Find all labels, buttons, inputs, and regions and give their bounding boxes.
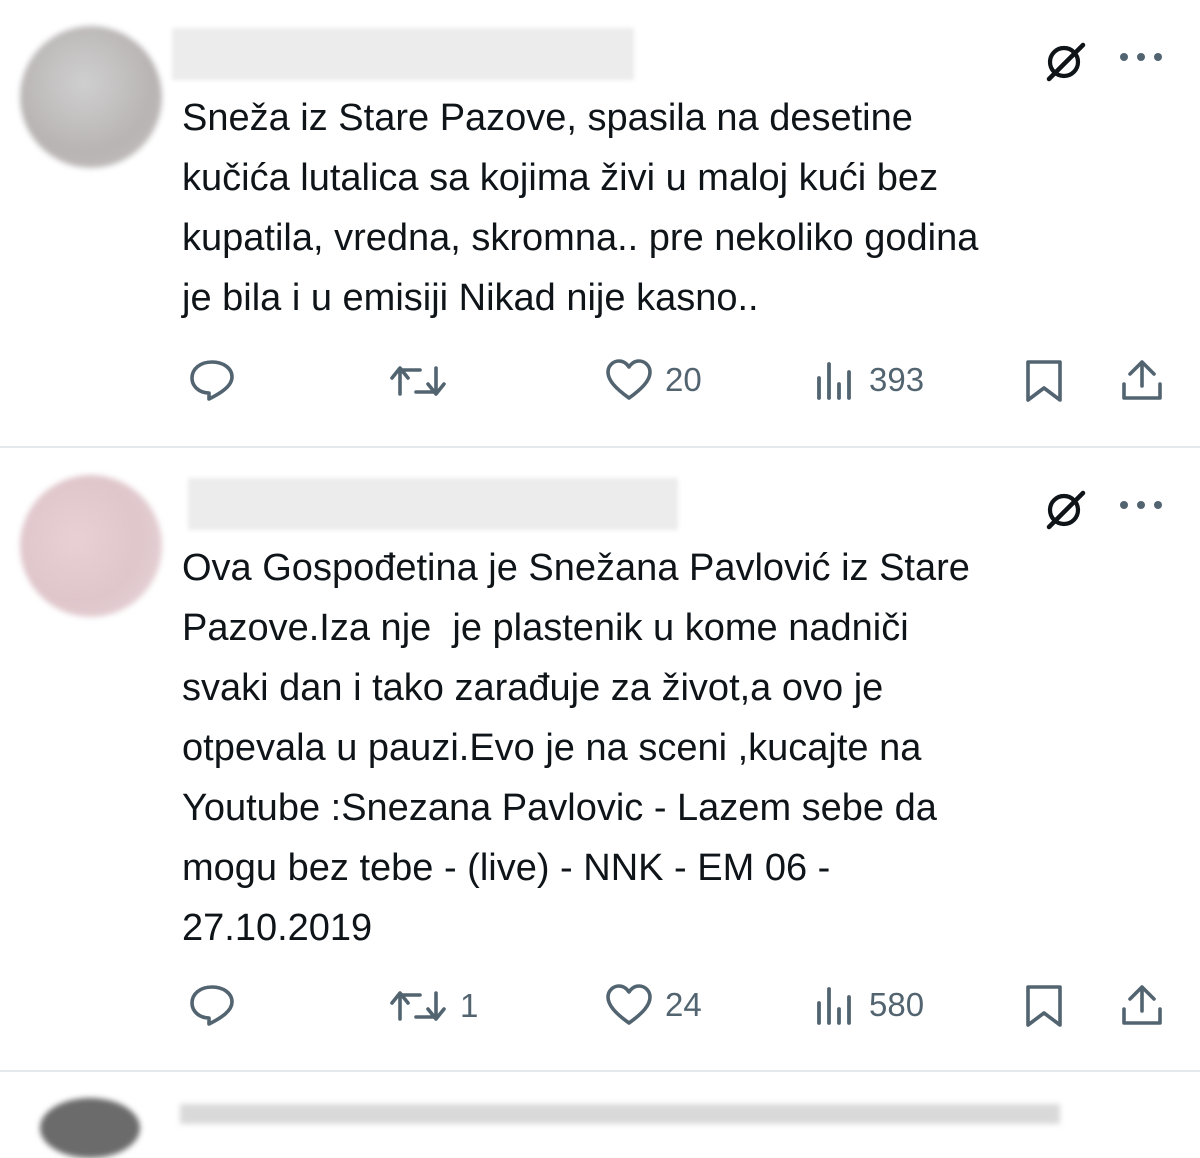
like-count: 20	[665, 361, 702, 398]
like-icon	[606, 359, 652, 400]
views-button[interactable]: 393	[815, 358, 924, 402]
bookmark-icon[interactable]	[1022, 983, 1066, 1029]
retweet-button[interactable]	[388, 360, 460, 402]
share-icon[interactable]	[1120, 356, 1164, 402]
views-count: 393	[869, 361, 925, 398]
divider	[0, 1070, 1200, 1072]
like-count: 24	[665, 986, 702, 1023]
views-icon	[817, 987, 851, 1025]
like-button[interactable]: 20	[605, 358, 702, 402]
more-icon[interactable]	[1118, 50, 1164, 64]
more-icon[interactable]	[1118, 498, 1164, 512]
like-icon	[606, 984, 652, 1025]
author-name-blurred	[180, 1104, 1060, 1124]
reply-button[interactable]	[188, 358, 248, 402]
retweet-count: 1	[460, 987, 479, 1024]
views-icon	[817, 362, 851, 400]
grok-icon[interactable]	[1043, 487, 1087, 531]
like-button[interactable]: 24	[605, 983, 702, 1027]
views-button[interactable]: 580	[815, 983, 924, 1027]
retweet-icon	[390, 991, 446, 1021]
reply-icon	[190, 360, 234, 401]
share-icon[interactable]	[1120, 981, 1164, 1027]
tweet-text: Ova Gospođetina je Snežana Pavlović iz S…	[182, 547, 970, 949]
grok-icon[interactable]	[1043, 39, 1087, 83]
author-name-blurred[interactable]	[172, 28, 634, 80]
avatar[interactable]	[40, 1098, 140, 1158]
reply-icon	[190, 985, 234, 1026]
tweet-text: Sneža iz Stare Pazove, spasila na deseti…	[182, 97, 979, 319]
views-count: 580	[869, 986, 925, 1023]
retweet-button[interactable]: 1	[388, 985, 478, 1027]
tweet[interactable]: Sneža iz Stare Pazove, spasila na deseti…	[0, 0, 1200, 446]
reply-button[interactable]	[188, 983, 248, 1027]
bookmark-icon[interactable]	[1022, 358, 1066, 404]
avatar[interactable]	[20, 475, 162, 617]
retweet-icon	[390, 366, 446, 396]
avatar[interactable]	[20, 26, 162, 168]
author-name-blurred[interactable]	[188, 478, 678, 530]
